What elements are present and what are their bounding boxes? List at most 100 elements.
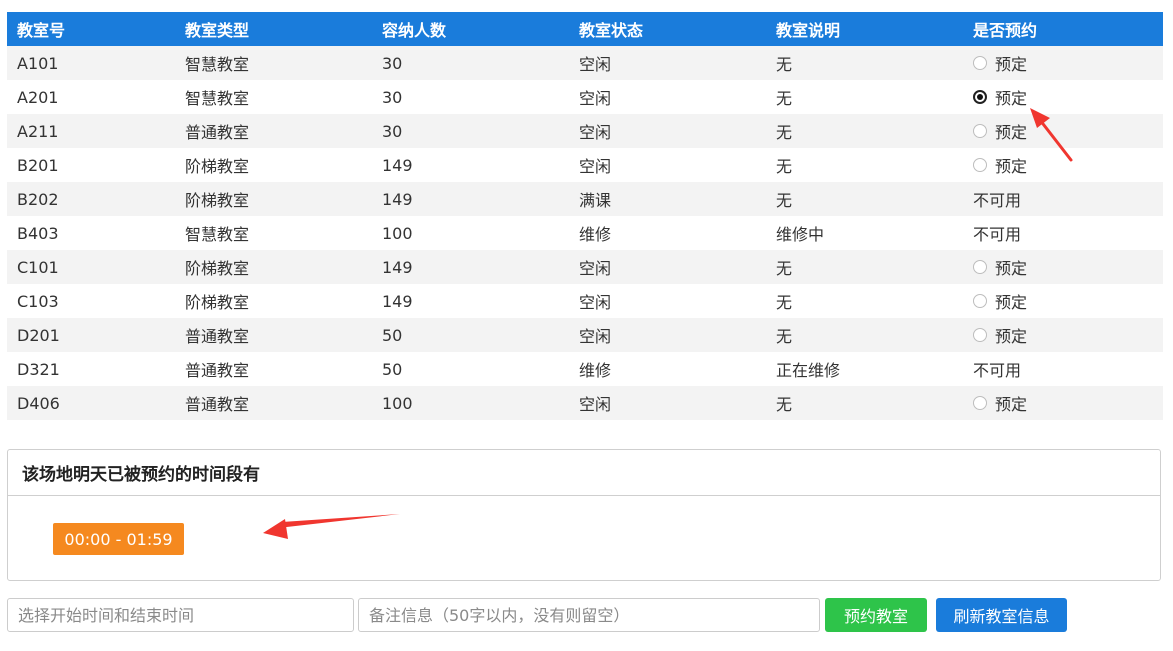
reserve-label: 预定 (995, 259, 1028, 278)
unavailable-label: 不可用 (973, 361, 1022, 380)
cell-reserve: 预定 (963, 114, 1163, 148)
cell-reserve: 预定 (963, 284, 1163, 318)
cell-type: 智慧教室 (175, 80, 372, 114)
reserve-radio-option[interactable]: 预定 (973, 289, 1027, 313)
cell-status: 满课 (569, 182, 766, 216)
cell-type: 普通教室 (175, 352, 372, 386)
radio-unchecked-icon[interactable] (973, 124, 987, 138)
reserve-label: 预定 (995, 395, 1028, 414)
unavailable-label: 不可用 (973, 225, 1022, 244)
cell-reserve: 预定 (963, 250, 1163, 284)
column-header-note: 教室说明 (766, 12, 963, 46)
reservation-form: 预约教室 刷新教室信息 (7, 598, 1163, 634)
cell-type: 智慧教室 (175, 46, 372, 80)
cell-status: 空闲 (569, 250, 766, 284)
cell-room: B201 (7, 148, 175, 182)
time-range-input[interactable] (7, 598, 354, 632)
cell-type: 阶梯教室 (175, 182, 372, 216)
reserve-radio-option[interactable]: 预定 (973, 119, 1027, 143)
cell-room: A211 (7, 114, 175, 148)
cell-capacity: 30 (372, 46, 569, 80)
table-row: C101 阶梯教室 149 空闲无 预定 (7, 250, 1163, 284)
table-row: B202 阶梯教室 149 满课无不可用 (7, 182, 1163, 216)
unavailable-label: 不可用 (973, 191, 1022, 210)
cell-room: C101 (7, 250, 175, 284)
cell-note: 无 (766, 80, 963, 114)
cell-status: 空闲 (569, 148, 766, 182)
reserve-radio-option[interactable]: 预定 (973, 153, 1027, 177)
reserve-label: 预定 (995, 293, 1028, 312)
reserve-label: 预定 (995, 327, 1028, 346)
column-header-room: 教室号 (7, 12, 175, 46)
cell-type: 阶梯教室 (175, 284, 372, 318)
cell-note: 无 (766, 386, 963, 420)
cell-note: 无 (766, 318, 963, 352)
cell-reserve: 不可用 (963, 182, 1163, 216)
cell-note: 无 (766, 114, 963, 148)
reserve-label: 预定 (995, 157, 1028, 176)
booked-slots-title: 该场地明天已被预约的时间段有 (8, 450, 1160, 496)
table-row: B201 阶梯教室 149 空闲无 预定 (7, 148, 1163, 182)
cell-status: 空闲 (569, 318, 766, 352)
reserve-room-button[interactable]: 预约教室 (825, 598, 927, 632)
radio-unchecked-icon[interactable] (973, 56, 987, 70)
cell-status: 空闲 (569, 114, 766, 148)
cell-room: B202 (7, 182, 175, 216)
cell-room: B403 (7, 216, 175, 250)
radio-unchecked-icon[interactable] (973, 158, 987, 172)
cell-note: 维修中 (766, 216, 963, 250)
reserve-label: 预定 (995, 123, 1028, 142)
cell-type: 阶梯教室 (175, 148, 372, 182)
room-table: 教室号 教室类型 容纳人数 教室状态 教室说明 是否预约 A101 智慧教室 30 空… (7, 12, 1163, 420)
reserve-radio-option[interactable]: 预定 (973, 85, 1027, 109)
cell-status: 维修 (569, 352, 766, 386)
cell-type: 普通教室 (175, 386, 372, 420)
cell-note: 无 (766, 250, 963, 284)
cell-note: 无 (766, 46, 963, 80)
radio-unchecked-icon[interactable] (973, 294, 987, 308)
radio-unchecked-icon[interactable] (973, 396, 987, 410)
cell-type: 阶梯教室 (175, 250, 372, 284)
booked-slots-panel: 该场地明天已被预约的时间段有 00:00 - 01:59 (7, 449, 1161, 581)
cell-note: 无 (766, 148, 963, 182)
cell-room: D321 (7, 352, 175, 386)
table-row: A201 智慧教室 30 空闲无 预定 (7, 80, 1163, 114)
booked-slot-badge: 00:00 - 01:59 (53, 523, 184, 555)
cell-status: 空闲 (569, 80, 766, 114)
cell-type: 智慧教室 (175, 216, 372, 250)
cell-capacity: 149 (372, 284, 569, 318)
room-table-body: A101 智慧教室 30 空闲无预定 A201 智慧教室 30 空闲无预定 A211 普通教室 30… (7, 46, 1163, 420)
note-input[interactable] (358, 598, 820, 632)
cell-capacity: 30 (372, 80, 569, 114)
column-header-reserve: 是否预约 (963, 12, 1163, 46)
cell-note: 正在维修 (766, 352, 963, 386)
radio-unchecked-icon[interactable] (973, 260, 987, 274)
reserve-radio-option[interactable]: 预定 (973, 391, 1027, 415)
cell-type: 普通教室 (175, 114, 372, 148)
cell-reserve: 预定 (963, 80, 1163, 114)
cell-type: 普通教室 (175, 318, 372, 352)
column-header-type: 教室类型 (175, 12, 372, 46)
cell-reserve: 不可用 (963, 352, 1163, 386)
cell-status: 空闲 (569, 284, 766, 318)
reserve-radio-option[interactable]: 预定 (973, 51, 1027, 75)
column-header-capacity: 容纳人数 (372, 12, 569, 46)
cell-room: C103 (7, 284, 175, 318)
cell-room: D406 (7, 386, 175, 420)
reserve-radio-option[interactable]: 预定 (973, 323, 1027, 347)
cell-status: 维修 (569, 216, 766, 250)
reserve-label: 预定 (995, 89, 1028, 108)
table-row: D201 普通教室 50 空闲无 预定 (7, 318, 1163, 352)
cell-reserve: 预定 (963, 46, 1163, 80)
radio-unchecked-icon[interactable] (973, 328, 987, 342)
reserve-radio-option[interactable]: 预定 (973, 255, 1027, 279)
cell-room: D201 (7, 318, 175, 352)
cell-capacity: 50 (372, 352, 569, 386)
refresh-rooms-button[interactable]: 刷新教室信息 (936, 598, 1067, 632)
cell-room: A201 (7, 80, 175, 114)
radio-checked-icon[interactable] (973, 90, 987, 104)
table-row: D406 普通教室 100 空闲无 预定 (7, 386, 1163, 420)
column-header-status: 教室状态 (569, 12, 766, 46)
table-row: D321 普通教室 50 维修 正在维修 不可用 (7, 352, 1163, 386)
table-row: C103 阶梯教室 149 空闲无 预定 (7, 284, 1163, 318)
